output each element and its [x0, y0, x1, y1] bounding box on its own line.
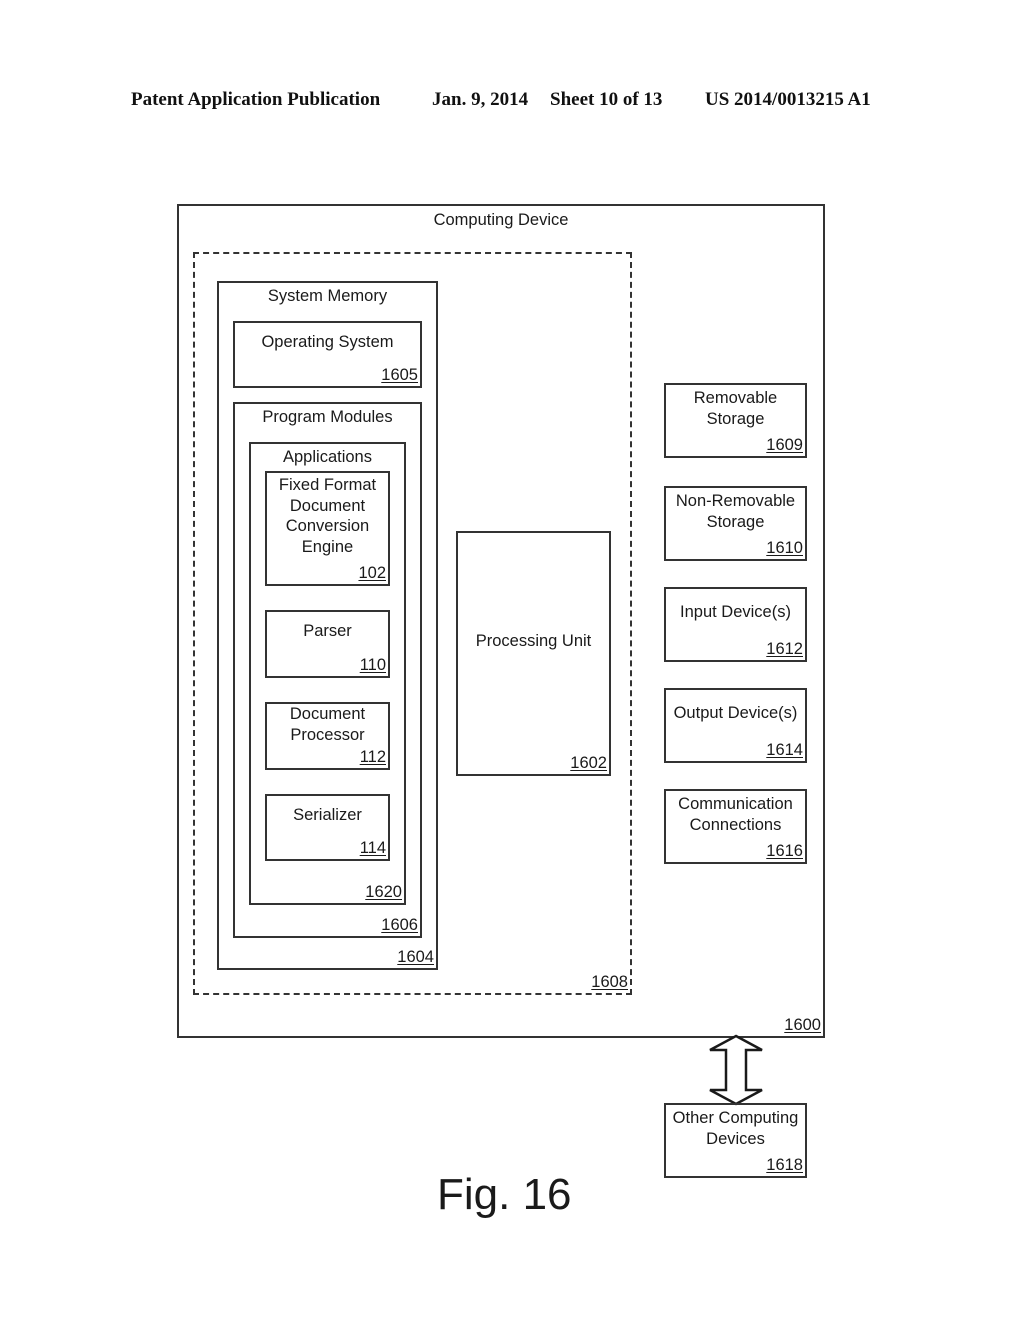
other-computing-devices-box: Other Computing Devices 1618 — [664, 1103, 807, 1178]
operating-system-label: Operating System — [261, 333, 394, 351]
document-processor-ref: 112 — [359, 748, 386, 766]
conversion-engine-box: Fixed Format Document Conversion Engine … — [265, 471, 390, 586]
computing-device-ref: 1600 — [784, 1016, 821, 1034]
parser-label: Parser — [303, 622, 352, 640]
document-processor-box: Document Processor 112 — [265, 702, 390, 770]
communication-connections-label: Communication Connections — [678, 795, 793, 834]
processing-unit-box: Processing Unit 1602 — [456, 531, 611, 776]
document-processor-label: Document Processor — [289, 705, 366, 744]
serializer-box: Serializer 114 — [265, 794, 390, 861]
parser-ref: 110 — [359, 656, 386, 674]
system-memory-ref: 1604 — [397, 948, 434, 966]
removable-storage-ref: 1609 — [766, 436, 803, 454]
output-devices-ref: 1614 — [766, 741, 803, 759]
processing-unit-label: Processing Unit — [475, 632, 592, 650]
input-devices-box: Input Device(s) 1612 — [664, 587, 807, 662]
serializer-ref: 114 — [359, 839, 386, 857]
publication-date: Jan. 9, 2014 — [432, 89, 529, 110]
output-devices-label: Output Device(s) — [673, 704, 798, 722]
applications-label: Applications — [283, 448, 372, 466]
non-removable-storage-label: Non-Removable Storage — [675, 492, 796, 531]
applications-ref: 1620 — [365, 883, 402, 901]
basic-configuration-ref: 1608 — [591, 973, 628, 991]
operating-system-box: Operating System 1605 — [233, 321, 422, 388]
communication-connections-box: Communication Connections 1616 — [664, 789, 807, 864]
input-devices-ref: 1612 — [766, 640, 803, 658]
other-computing-devices-ref: 1618 — [766, 1156, 803, 1174]
input-devices-label: Input Device(s) — [680, 603, 791, 621]
system-memory-label: System Memory — [267, 287, 388, 305]
operating-system-ref: 1605 — [381, 366, 418, 384]
processing-unit-ref: 1602 — [570, 754, 607, 772]
non-removable-storage-ref: 1610 — [766, 539, 803, 557]
removable-storage-box: Removable Storage 1609 — [664, 383, 807, 458]
conversion-engine-ref: 102 — [358, 564, 386, 582]
sheet-number: Sheet 10 of 13 — [550, 89, 663, 110]
serializer-label: Serializer — [293, 806, 362, 824]
program-modules-ref: 1606 — [381, 916, 418, 934]
output-devices-box: Output Device(s) 1614 — [664, 688, 807, 763]
computing-device-label: Computing Device — [433, 211, 569, 229]
non-removable-storage-box: Non-Removable Storage 1610 — [664, 486, 807, 561]
patent-number: US 2014/0013215 A1 — [705, 89, 871, 110]
other-computing-devices-label: Other Computing Devices — [672, 1109, 799, 1148]
program-modules-label: Program Modules — [262, 408, 393, 426]
removable-storage-label: Removable Storage — [693, 389, 778, 428]
figure-caption: Fig. 16 — [437, 1170, 572, 1219]
communication-connections-ref: 1616 — [766, 842, 803, 860]
parser-box: Parser 110 — [265, 610, 390, 678]
publication-title: Patent Application Publication — [131, 89, 381, 110]
bidirectional-arrow-icon — [709, 1034, 763, 1106]
conversion-engine-label: Fixed Format Document Conversion Engine — [278, 476, 377, 556]
